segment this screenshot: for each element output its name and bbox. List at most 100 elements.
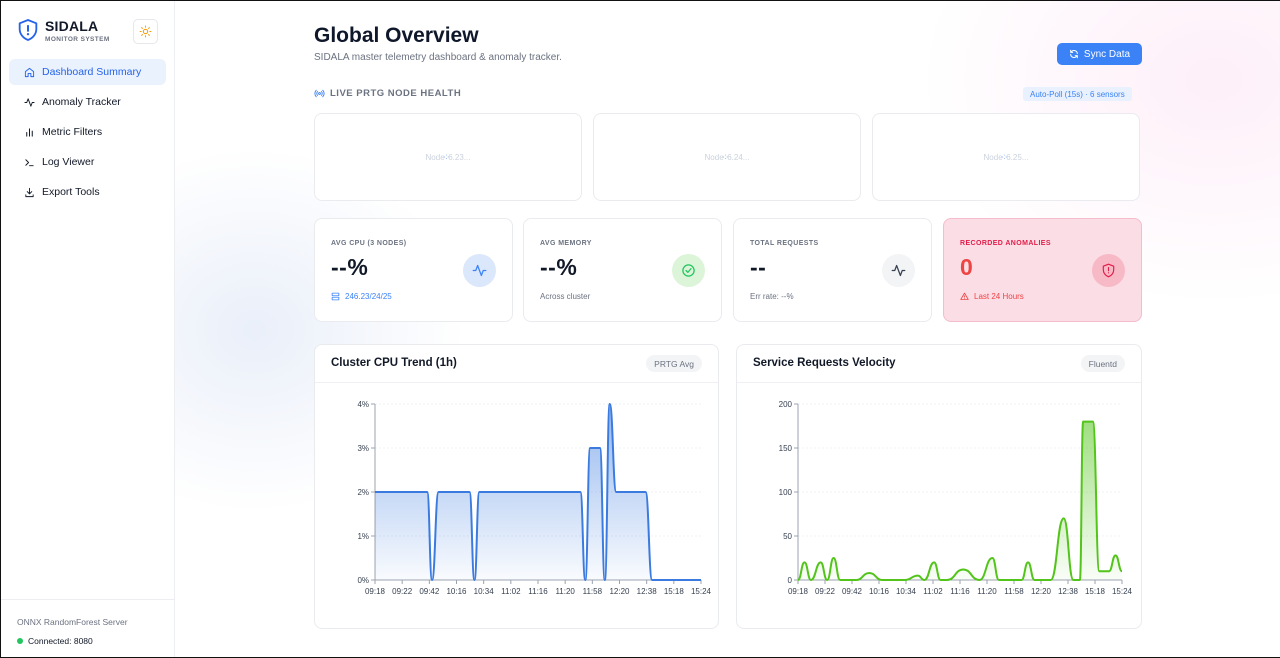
x-tick-label: 09:18 bbox=[788, 587, 809, 596]
shield-alert-icon bbox=[1102, 263, 1115, 278]
x-tick-label: 12:38 bbox=[637, 587, 658, 596]
chart-badge: PRTG Avg bbox=[646, 355, 702, 372]
connection-label: Connected: 8080 bbox=[28, 636, 93, 646]
sidebar-footer: ONNX RandomForest Server Connected: 8080 bbox=[0, 599, 175, 658]
y-tick-label: 1% bbox=[357, 532, 369, 541]
x-tick-label: 11:20 bbox=[977, 587, 997, 596]
x-tick-label: 11:58 bbox=[1004, 587, 1024, 596]
chart-title: Cluster CPU Trend (1h) bbox=[331, 357, 457, 369]
stat-value: --% bbox=[331, 254, 369, 280]
x-tick-label: 11:02 bbox=[923, 587, 943, 596]
terminal-icon bbox=[25, 158, 34, 166]
sidebar-item-label: Export Tools bbox=[42, 186, 100, 198]
node-card[interactable]: Node ⁘ 6.23... bbox=[314, 113, 582, 201]
sidebar-item-label: Metric Filters bbox=[42, 126, 103, 138]
stat-foot: Across cluster bbox=[540, 292, 591, 301]
x-tick-label: 09:42 bbox=[842, 587, 863, 596]
chart-badge: Fluentd bbox=[1080, 355, 1125, 372]
chart-card-requests-velocity: Service Requests Velocity Fluentd 0 50 100… bbox=[736, 344, 1142, 629]
section-label-node-health: LIVE PRTG NODE HEALTH bbox=[314, 88, 461, 99]
stat-label: TOTAL REQUESTS bbox=[750, 240, 819, 247]
x-tick-label: 11:16 bbox=[528, 587, 548, 596]
status-dot-icon bbox=[17, 638, 23, 644]
sidebar-item-anomaly-tracker[interactable]: Anomaly Tracker bbox=[9, 89, 166, 115]
stat-value: -- bbox=[750, 254, 767, 280]
stat-value: 0 bbox=[960, 254, 974, 280]
broadcast-icon bbox=[314, 89, 325, 98]
download-icon bbox=[25, 187, 34, 197]
chart-title: Service Requests Velocity bbox=[753, 357, 896, 369]
activity-icon bbox=[24, 97, 35, 107]
stat-value: --% bbox=[540, 254, 578, 280]
stat-label: RECORDED ANOMALIES bbox=[960, 240, 1051, 247]
stat-foot: 246.23/24/25 bbox=[331, 292, 392, 301]
connection-status: Connected: 8080 bbox=[17, 636, 175, 646]
stat-card-recorded-anomalies: RECORDED ANOMALIES 0 Last 24 Hours bbox=[943, 218, 1142, 322]
y-tick-label: 100 bbox=[779, 488, 793, 497]
node-card[interactable]: Node ⁘ 6.24... bbox=[593, 113, 861, 201]
y-tick-label: 4% bbox=[357, 400, 369, 409]
cpu-trend-chart: 0% 1% 2% 3% 4% 09:18 09:22 09:42 10:16 10:34 11:02… bbox=[357, 400, 712, 596]
brand-subtitle: MONITOR SYSTEM bbox=[45, 36, 110, 43]
chart-card-cpu-trend: Cluster CPU Trend (1h) PRTG Avg 0% 1% 2% 3%… bbox=[314, 344, 719, 629]
x-tick-label: 15:18 bbox=[1085, 587, 1106, 596]
x-tick-label: 11:16 bbox=[950, 587, 970, 596]
x-tick-label: 09:22 bbox=[815, 587, 836, 596]
x-tick-label: 11:58 bbox=[583, 587, 603, 596]
sidebar-item-label: Anomaly Tracker bbox=[42, 96, 121, 108]
theme-toggle-button[interactable] bbox=[133, 19, 158, 44]
x-tick-label: 09:42 bbox=[419, 587, 440, 596]
server-icon bbox=[331, 292, 340, 301]
x-tick-label: 11:02 bbox=[501, 587, 521, 596]
x-tick-label: 09:22 bbox=[392, 587, 413, 596]
brand-title: SIDALA bbox=[45, 18, 99, 34]
pulse-icon bbox=[472, 264, 487, 277]
shield-icon bbox=[18, 19, 38, 41]
x-tick-label: 12:20 bbox=[609, 587, 630, 596]
node-card[interactable]: Node ⁘ 6.25... bbox=[872, 113, 1140, 201]
y-tick-label: 150 bbox=[779, 444, 793, 453]
server-name: ONNX RandomForest Server bbox=[17, 617, 128, 627]
auto-poll-badge: Auto-Poll (15s) · 6 sensors bbox=[1023, 87, 1132, 101]
sidebar-item-metric-filters[interactable]: Metric Filters bbox=[9, 119, 166, 145]
sidebar-item-label: Log Viewer bbox=[42, 156, 95, 168]
y-tick-label: 3% bbox=[357, 444, 369, 453]
page-subtitle: SIDALA master telemetry dashboard & anom… bbox=[314, 52, 562, 63]
sidebar-item-dashboard-summary[interactable]: Dashboard Summary bbox=[9, 59, 166, 85]
stat-label: AVG MEMORY bbox=[540, 240, 592, 247]
chart-header: Cluster CPU Trend (1h) PRTG Avg bbox=[315, 345, 718, 383]
series-line bbox=[797, 420, 1123, 581]
x-tick-label: 12:38 bbox=[1058, 587, 1079, 596]
stat-card-total-requests: TOTAL REQUESTS -- Err rate: --% bbox=[733, 218, 932, 322]
x-tick-label: 15:18 bbox=[664, 587, 685, 596]
pulse-icon-badge bbox=[463, 254, 496, 287]
sidebar-item-label: Dashboard Summary bbox=[42, 66, 142, 78]
page-title: Global Overview bbox=[314, 24, 479, 47]
activity-icon-badge bbox=[882, 254, 915, 287]
sidebar-item-log-viewer[interactable]: Log Viewer bbox=[9, 149, 166, 175]
sun-icon bbox=[139, 25, 152, 38]
x-tick-label: 10:16 bbox=[446, 587, 467, 596]
stat-card-avg-memory: AVG MEMORY --% Across cluster bbox=[523, 218, 722, 322]
shield-alert-icon-badge bbox=[1092, 254, 1125, 287]
brand[interactable]: SIDALA MONITOR SYSTEM bbox=[18, 19, 110, 43]
stat-foot: Last 24 Hours bbox=[960, 292, 1024, 301]
stat-card-avg-cpu: AVG CPU (3 NODES) --% 246.23/24/25 bbox=[314, 218, 513, 322]
home-icon bbox=[24, 67, 35, 77]
x-tick-label: 10:16 bbox=[869, 587, 890, 596]
x-tick-label: 09:18 bbox=[365, 587, 386, 596]
x-tick-label: 12:20 bbox=[1031, 587, 1052, 596]
sidebar-nav: Dashboard Summary Anomaly Tracker Metric… bbox=[9, 59, 166, 209]
x-tick-label: 10:34 bbox=[474, 587, 495, 596]
series-area bbox=[798, 421, 1122, 580]
sync-data-button[interactable]: Sync Data bbox=[1057, 43, 1142, 65]
y-tick-label: 50 bbox=[783, 532, 792, 541]
x-tick-label: 10:34 bbox=[896, 587, 917, 596]
x-tick-label: 15:24 bbox=[1112, 587, 1133, 596]
check-circle-icon bbox=[682, 264, 695, 277]
y-tick-label: 0 bbox=[788, 576, 793, 585]
sync-label: Sync Data bbox=[1083, 48, 1131, 60]
x-tick-label: 15:24 bbox=[691, 587, 712, 596]
chart-header: Service Requests Velocity Fluentd bbox=[737, 345, 1141, 383]
sidebar-item-export-tools[interactable]: Export Tools bbox=[9, 179, 166, 205]
